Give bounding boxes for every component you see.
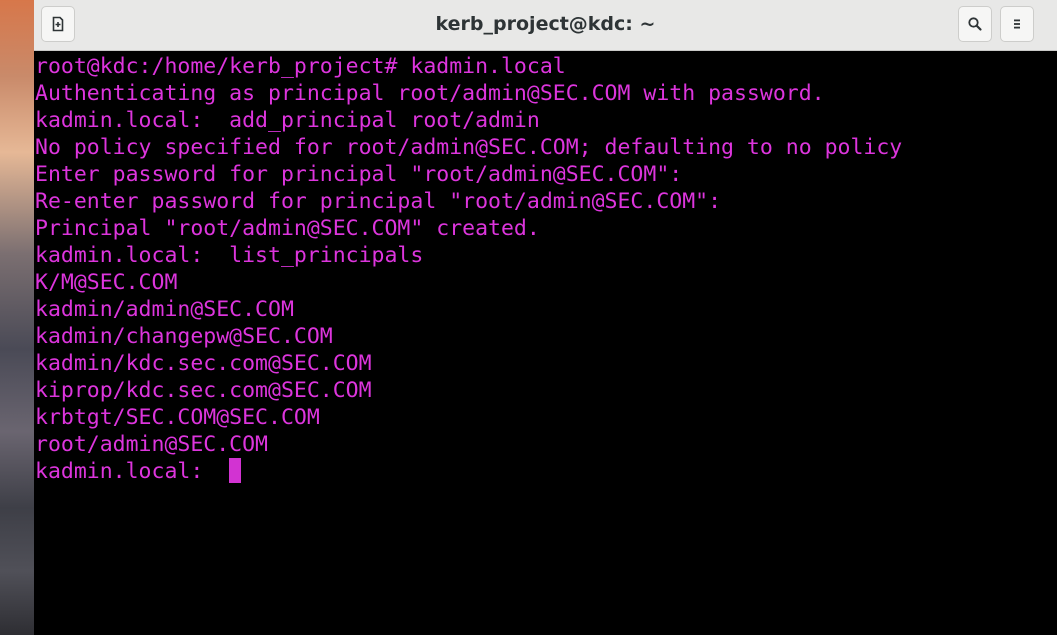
terminal-line: krbtgt/SEC.COM@SEC.COM [35, 405, 320, 430]
terminal-prompt-line[interactable]: kadmin.local: [35, 458, 902, 485]
search-icon [967, 16, 983, 32]
terminal-line: No policy specified for root/admin@SEC.C… [35, 135, 903, 160]
terminal-line: Enter password for principal "root/admin… [35, 162, 683, 187]
new-tab-button[interactable] [41, 6, 75, 42]
terminal-line: K/M@SEC.COM [35, 270, 178, 295]
hamburger-menu-icon [1009, 16, 1025, 32]
terminal-line: kadmin/changepw@SEC.COM [35, 324, 333, 349]
terminal-line: root@kdc:/home/kerb_project# kadmin.loca… [35, 54, 566, 79]
desktop: kerb_project@kdc: ~ root@kdc:/home/kerb_… [0, 0, 1057, 635]
terminal-lines: root@kdc:/home/kerb_project# kadmin.loca… [35, 53, 902, 485]
terminal-line: Authenticating as principal root/admin@S… [35, 81, 825, 106]
new-tab-icon [50, 16, 66, 32]
terminal-line: kadmin/admin@SEC.COM [35, 297, 294, 322]
terminal-line: kiprop/kdc.sec.com@SEC.COM [35, 378, 372, 403]
terminal-line: root/admin@SEC.COM [35, 432, 268, 457]
terminal-line: Principal "root/admin@SEC.COM" created. [35, 216, 540, 241]
terminal-line: kadmin.local: add_principal root/admin [35, 108, 540, 133]
terminal-line: kadmin/kdc.sec.com@SEC.COM [35, 351, 372, 376]
text-cursor [229, 458, 242, 483]
main-menu-button[interactable] [1000, 6, 1034, 42]
header-bar[interactable]: kerb_project@kdc: ~ [34, 0, 1057, 51]
terminal-line: Re-enter password for principal "root/ad… [35, 189, 722, 214]
terminal-line: kadmin.local: list_principals [35, 243, 424, 268]
window-title: kerb_project@kdc: ~ [435, 13, 656, 35]
terminal-output-area[interactable]: root@kdc:/home/kerb_project# kadmin.loca… [34, 52, 1057, 635]
terminal-window[interactable]: kerb_project@kdc: ~ root@kdc:/home/kerb_… [34, 0, 1057, 635]
desktop-wallpaper [0, 0, 34, 635]
terminal-prompt: kadmin.local: [35, 459, 230, 484]
search-button[interactable] [958, 6, 992, 42]
